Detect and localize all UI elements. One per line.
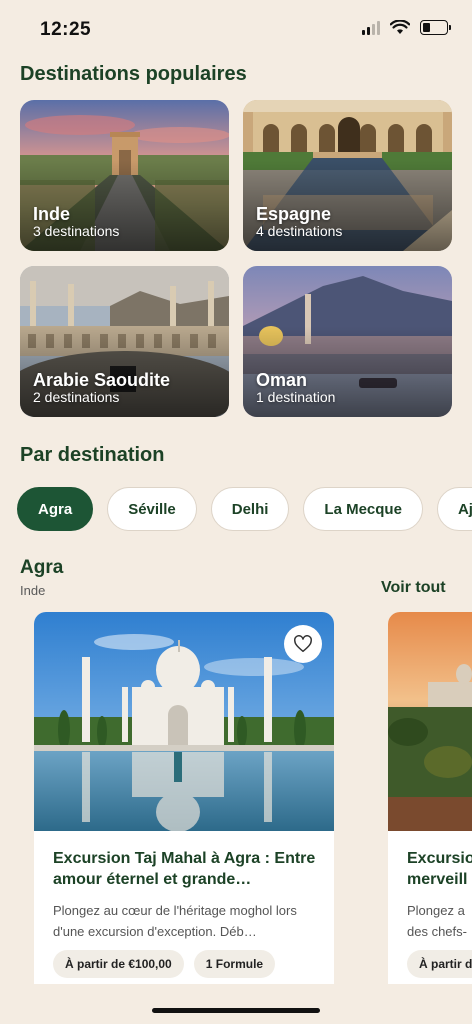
group-title: Agra bbox=[20, 557, 64, 578]
tour-card[interactable]: Excursio merveill Plongez a des chefs- À… bbox=[388, 612, 472, 984]
destination-filter-chips: Agra Séville Delhi La Mecque Aj bbox=[17, 487, 472, 531]
tour-title: Excursion Taj Mahal à Agra : Entre amour… bbox=[53, 850, 316, 888]
destination-count: 4 destinations bbox=[256, 223, 343, 239]
tour-card[interactable]: Excursion Taj Mahal à Agra : Entre amour… bbox=[34, 612, 334, 984]
status-bar: 12:25 bbox=[0, 0, 472, 56]
heart-outline-icon bbox=[294, 635, 312, 653]
tour-tags: À partir de €100,00 1 Formule bbox=[53, 950, 276, 978]
chip-ajmer[interactable]: Aj bbox=[436, 487, 472, 531]
tour-description: Plongez a des chefs- bbox=[407, 903, 467, 939]
chip-delhi[interactable]: Delhi bbox=[210, 487, 290, 531]
wifi-icon bbox=[390, 20, 410, 34]
formula-tag: 1 Formule bbox=[193, 950, 276, 978]
tour-title: Excursio merveill bbox=[407, 850, 472, 888]
chip-agra[interactable]: Agra bbox=[17, 487, 94, 531]
chip-seville[interactable]: Séville bbox=[107, 487, 197, 531]
destination-count: 3 destinations bbox=[33, 223, 120, 239]
home-indicator bbox=[152, 1008, 320, 1013]
status-time: 12:25 bbox=[40, 19, 92, 40]
destination-count: 2 destinations bbox=[33, 389, 120, 405]
destination-card-inde[interactable]: Inde 3 destinations bbox=[20, 100, 229, 251]
tour-description: Plongez au cœur de l'héritage moghol lor… bbox=[53, 903, 297, 939]
cellular-signal-icon bbox=[362, 20, 380, 35]
see-all-link[interactable]: Voir tout bbox=[381, 579, 446, 597]
destination-count: 1 destination bbox=[256, 389, 336, 405]
tour-tags: À partir de bbox=[407, 950, 472, 978]
status-icons bbox=[362, 20, 451, 35]
agra-fort-sunset-image bbox=[388, 612, 472, 831]
battery-level bbox=[423, 23, 430, 32]
destination-card-espagne[interactable]: Espagne 4 destinations bbox=[243, 100, 452, 251]
destination-name: Oman bbox=[256, 370, 308, 390]
favorite-button[interactable] bbox=[284, 625, 322, 663]
popular-destinations-title: Destinations populaires bbox=[20, 63, 247, 85]
destination-name: Arabie Saoudite bbox=[33, 370, 171, 390]
destination-name: Inde bbox=[33, 204, 71, 224]
battery-icon bbox=[420, 20, 451, 35]
by-destination-title: Par destination bbox=[20, 444, 165, 466]
group-subtitle: Inde bbox=[20, 583, 46, 598]
price-tag: À partir de bbox=[407, 950, 472, 978]
price-tag: À partir de €100,00 bbox=[53, 950, 184, 978]
destination-name: Espagne bbox=[256, 204, 332, 224]
chip-la-mecque[interactable]: La Mecque bbox=[303, 487, 423, 531]
destination-card-arabie-saoudite[interactable]: Arabie Saoudite 2 destinations bbox=[20, 266, 229, 417]
destination-card-oman[interactable]: Oman 1 destination bbox=[243, 266, 452, 417]
